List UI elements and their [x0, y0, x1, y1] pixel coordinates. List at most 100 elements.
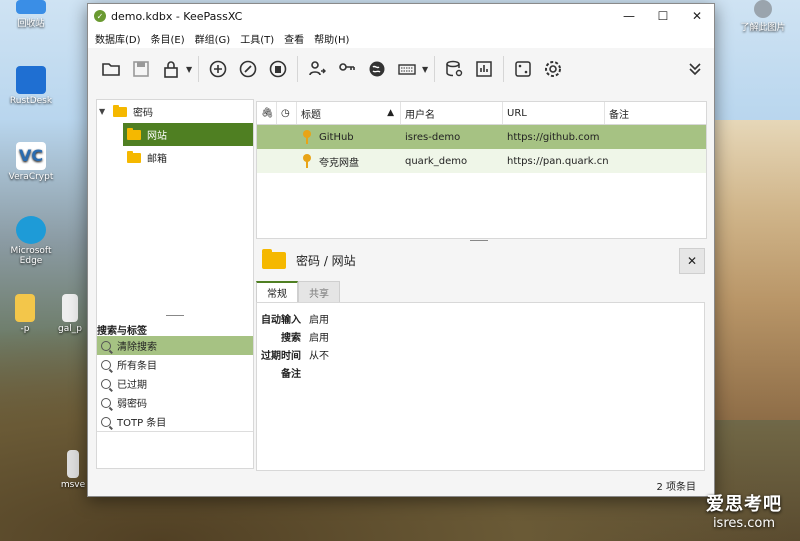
column-title[interactable]: 标题 ▲	[297, 102, 401, 124]
minimize-button[interactable]: —	[612, 4, 646, 28]
delete-entry-button[interactable]	[263, 54, 293, 84]
column-time[interactable]: ◷	[277, 102, 297, 124]
menu-database[interactable]: 数据库(D)	[90, 31, 146, 46]
rustdesk-icon	[16, 66, 46, 94]
tag-all-entries[interactable]: 所有条目	[97, 355, 253, 374]
desktop-icon-gal[interactable]: gal_p	[50, 294, 90, 334]
menu-view[interactable]: 查看	[279, 31, 309, 46]
desktop-icon-p[interactable]: -p	[0, 294, 50, 334]
menu-groups[interactable]: 群组(G)	[190, 31, 236, 46]
database-settings-button[interactable]	[439, 54, 469, 84]
table-row[interactable]: 夸克网盘 quark_demo https://pan.quark.cn	[257, 149, 706, 173]
desktop-icon-msve[interactable]: msve	[58, 450, 88, 490]
file-icon	[62, 294, 78, 322]
panel-splitter[interactable]	[166, 315, 184, 316]
folder-icon	[127, 150, 141, 163]
autotype-icon	[398, 64, 416, 75]
search-icon	[101, 359, 111, 370]
toolbar-overflow-button[interactable]	[680, 54, 710, 84]
tag-weak-passwords[interactable]: 弱密码	[97, 393, 253, 412]
delete-entry-icon	[269, 60, 287, 78]
menu-entries[interactable]: 条目(E)	[146, 31, 190, 46]
edit-entry-button[interactable]	[233, 54, 263, 84]
tab-share[interactable]: 共享	[298, 281, 340, 302]
desktop-icon-label: gal_p	[58, 324, 82, 334]
autotype-button[interactable]	[392, 54, 422, 84]
group-label: 网站	[147, 131, 167, 142]
tag-totp-entries[interactable]: TOTP 条目	[97, 412, 253, 432]
expand-arrow-icon[interactable]: ▼	[99, 107, 109, 116]
general-tab-content: 自动输入 启用 搜索 启用 过期时间 从不 备注	[256, 302, 705, 471]
key-icon	[303, 154, 311, 168]
table-row[interactable]: GitHub isres-demo https://github.com	[257, 125, 706, 149]
add-entry-icon	[209, 60, 227, 78]
desktop-icon-rustdesk[interactable]: RustDesk	[0, 66, 62, 106]
group-item-email[interactable]: 邮箱	[97, 146, 253, 169]
title-bar[interactable]: ✓ demo.kdbx - KeePassXC — ☐ ✕	[88, 4, 714, 28]
close-detail-button[interactable]: ✕	[679, 248, 705, 274]
entry-username: isres-demo	[405, 131, 461, 143]
status-entry-count: 2 项条目	[656, 482, 696, 493]
search-icon	[101, 378, 111, 389]
group-label: 密码	[133, 108, 153, 119]
prop-key: 备注	[281, 368, 301, 380]
desktop-icon-edge[interactable]: Microsoft Edge	[0, 216, 62, 266]
file-icon	[67, 450, 79, 478]
desktop-icon-recycle-bin[interactable]: 回收站	[0, 0, 62, 29]
column-url[interactable]: URL	[503, 102, 605, 124]
autotype-dropdown-icon[interactable]: ▼	[422, 65, 430, 74]
prop-key: 自动输入	[261, 314, 301, 326]
lock-database-button[interactable]	[156, 54, 186, 84]
group-panel: ▼ 密码 网站 邮箱 搜索与标签 清除搜索 所有条目 已过期 弱密码 TOTP …	[96, 99, 254, 469]
group-root[interactable]: ▼ 密码	[97, 100, 253, 123]
close-window-button[interactable]: ✕	[680, 4, 714, 28]
copy-password-button[interactable]	[332, 54, 362, 84]
add-entry-button[interactable]	[203, 54, 233, 84]
tag-label: 已过期	[117, 380, 147, 391]
open-database-icon	[102, 63, 120, 76]
veracrypt-icon: VC	[16, 142, 46, 170]
table-detail-splitter[interactable]	[470, 240, 488, 241]
copy-username-button[interactable]	[302, 54, 332, 84]
watermark: 爱思考吧 isres.com	[706, 490, 782, 531]
tag-clear-search[interactable]: 清除搜索	[97, 336, 253, 355]
search-icon	[101, 340, 111, 351]
toolbar: ▼ ▼	[88, 48, 714, 90]
save-database-button[interactable]	[126, 54, 156, 84]
column-title-label: 标题	[301, 109, 321, 121]
column-attachment[interactable]: 🖇	[257, 102, 277, 124]
tag-label: 弱密码	[117, 399, 147, 410]
toolbar-separator	[434, 56, 435, 82]
password-generator-icon	[515, 61, 531, 77]
desktop-icon-learn-image[interactable]: 了解此图片	[730, 0, 796, 33]
entry-notes	[605, 125, 704, 149]
table-header: 🖇 ◷ 标题 ▲ 用户名 URL 备注	[257, 102, 706, 125]
menu-help[interactable]: 帮助(H)	[309, 31, 354, 46]
column-username[interactable]: 用户名	[401, 102, 503, 124]
tag-expired[interactable]: 已过期	[97, 374, 253, 393]
open-database-button[interactable]	[96, 54, 126, 84]
desktop-icon-label: 了解此图片	[740, 23, 786, 33]
keepassxc-logo-icon: ✓	[94, 10, 106, 22]
desktop-icon-veracrypt[interactable]: VC VeraCrypt	[0, 142, 62, 182]
menu-tools[interactable]: 工具(T)	[235, 31, 279, 46]
password-generator-button[interactable]	[508, 54, 538, 84]
entry-url: https://pan.quark.cn	[507, 155, 609, 167]
desktop-icon-label: 回收站	[17, 19, 45, 29]
database-reports-button[interactable]	[469, 54, 499, 84]
prop-autotype: 自动输入 启用	[257, 309, 704, 327]
prop-value: 启用	[309, 314, 329, 326]
watermark-line1: 爱思考吧	[706, 494, 782, 515]
recycle-bin-icon	[16, 0, 46, 14]
open-url-button[interactable]	[362, 54, 392, 84]
column-notes[interactable]: 备注	[605, 102, 704, 124]
desktop-icon-label: msve	[60, 480, 86, 490]
open-url-icon	[369, 61, 385, 77]
settings-button[interactable]	[538, 54, 568, 84]
folder-icon	[262, 248, 286, 269]
maximize-button[interactable]: ☐	[646, 4, 680, 28]
desktop-background-town	[712, 120, 800, 420]
lock-dropdown-icon[interactable]: ▼	[186, 65, 194, 74]
group-item-websites[interactable]: 网站	[123, 123, 253, 146]
tab-general[interactable]: 常规	[256, 281, 298, 302]
